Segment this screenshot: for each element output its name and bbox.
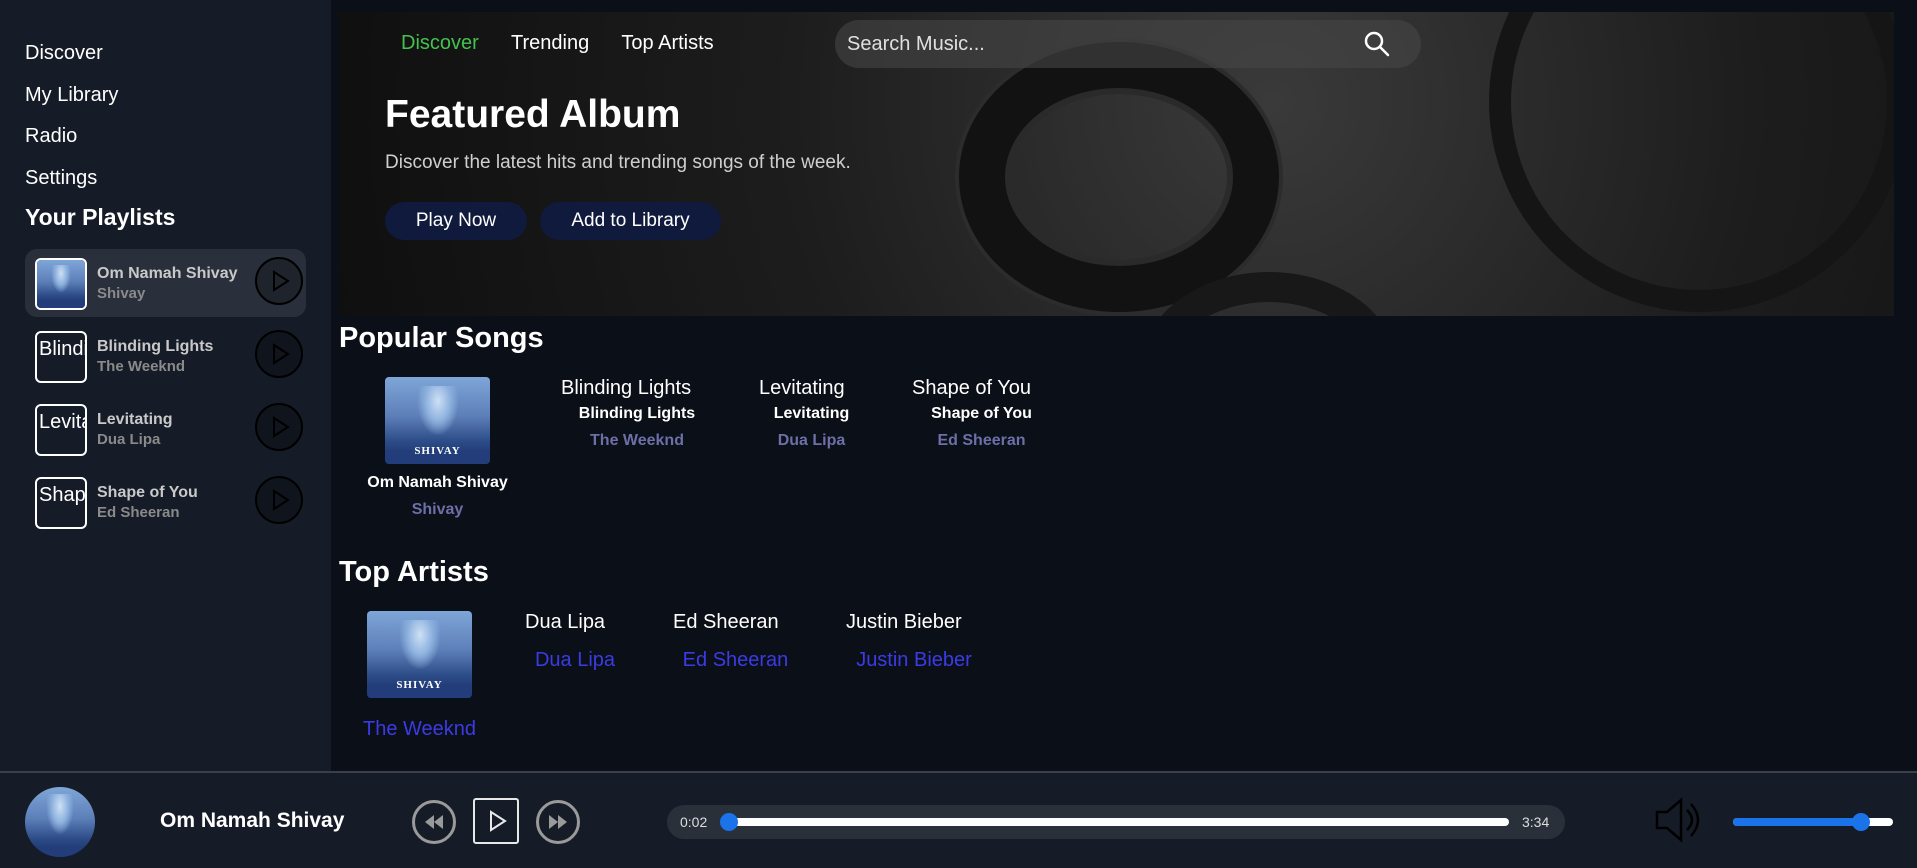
- current-time: 0:02: [680, 814, 708, 830]
- artist-name-link[interactable]: The Weeknd: [348, 718, 491, 741]
- nav-radio[interactable]: Radio: [25, 119, 306, 161]
- sidebar: Discover My Library Radio Settings Your …: [0, 0, 331, 771]
- nav-discover[interactable]: Discover: [25, 36, 306, 78]
- song-card-image[interactable]: SHIVAY: [385, 377, 490, 464]
- tab-discover[interactable]: Discover: [401, 32, 479, 54]
- play-icon[interactable]: [255, 476, 303, 524]
- add-to-library-button[interactable]: Add to Library: [540, 202, 721, 240]
- album-art: SHIVAY: [385, 377, 490, 464]
- playlist-item[interactable]: Om Namah Shivay Shivay: [25, 249, 306, 317]
- artist-image[interactable]: SHIVAY: [367, 611, 472, 698]
- song-card-image[interactable]: Blinding Lights: [561, 377, 691, 400]
- playlist-title: Levitating: [97, 411, 173, 428]
- nav-settings[interactable]: Settings: [25, 161, 306, 203]
- artist-name-link[interactable]: Dua Lipa: [525, 649, 625, 672]
- fast-forward-icon: [549, 815, 567, 829]
- duration: 3:34: [1522, 814, 1550, 830]
- album-art-text: SHIVAY: [414, 445, 461, 458]
- progress-thumb[interactable]: [719, 813, 738, 831]
- top-artists-heading: Top Artists: [339, 556, 489, 588]
- popular-songs-heading: Popular Songs: [339, 322, 544, 354]
- progress-track[interactable]: [721, 818, 1509, 826]
- play-icon[interactable]: [255, 257, 303, 305]
- playlist-title: Blinding Lights: [97, 338, 214, 355]
- nav-my-library[interactable]: My Library: [25, 78, 306, 120]
- song-artist: The Weeknd: [590, 432, 684, 449]
- search-bar: [835, 20, 1421, 68]
- volume-fill: [1733, 818, 1861, 826]
- song-title[interactable]: Shape of You: [912, 405, 1051, 423]
- play-icon[interactable]: [255, 403, 303, 451]
- volume-thumb[interactable]: [1852, 813, 1870, 831]
- song-card-image[interactable]: Shape of You: [912, 377, 1031, 400]
- playlist-thumbnail: Shape of You: [35, 477, 87, 529]
- player-bar: Om Namah Shivay 0:02 3:34: [0, 771, 1917, 868]
- playlist-artist: Dua Lipa: [97, 431, 161, 448]
- volume-icon[interactable]: [1651, 792, 1707, 848]
- search-input[interactable]: [847, 20, 1367, 68]
- album-art: SHIVAY: [367, 611, 472, 698]
- previous-button[interactable]: [412, 800, 456, 844]
- artist-image[interactable]: Justin Bieber: [846, 611, 962, 634]
- artist-name-link[interactable]: Ed Sheeran: [673, 649, 798, 672]
- album-art: [25, 787, 95, 857]
- playlists-heading: Your Playlists: [25, 204, 176, 230]
- now-playing-art: [25, 787, 95, 857]
- headphone-band: [1489, 12, 1894, 312]
- play-icon: [490, 810, 507, 832]
- search-icon[interactable]: [1363, 30, 1391, 58]
- playlist-artist: Ed Sheeran: [97, 504, 180, 521]
- artist-image[interactable]: Dua Lipa: [525, 611, 605, 634]
- playlist-artist: Shivay: [97, 285, 146, 302]
- tab-top-artists[interactable]: Top Artists: [621, 32, 713, 54]
- playlist-item[interactable]: Blinding Lights Blinding Lights The Week…: [25, 322, 306, 390]
- album-art-text: SHIVAY: [396, 679, 443, 692]
- playlist-title: Om Namah Shivay: [97, 265, 238, 282]
- playlist-thumbnail: Blinding Lights: [35, 331, 87, 383]
- song-artist: Ed Sheeran: [937, 432, 1026, 449]
- playlist-item[interactable]: Levitating Levitating Dua Lipa: [25, 395, 306, 463]
- tab-trending[interactable]: Trending: [511, 32, 589, 54]
- top-nav: Discover Trending Top Artists: [401, 32, 741, 55]
- song-title[interactable]: Levitating: [759, 405, 864, 423]
- volume-slider[interactable]: [1733, 813, 1893, 831]
- play-now-button[interactable]: Play Now: [385, 202, 527, 240]
- album-art: [37, 260, 85, 308]
- hero-title: Featured Album: [385, 93, 681, 136]
- playlist-title: Shape of You: [97, 484, 198, 501]
- song-artist: Shivay: [411, 501, 464, 518]
- song-card-image[interactable]: Levitating: [759, 377, 845, 400]
- progress-bar: 0:02 3:34: [667, 805, 1565, 839]
- hero-subtitle: Discover the latest hits and trending so…: [385, 152, 851, 173]
- song-title[interactable]: Om Namah Shivay: [366, 474, 509, 492]
- song-artist: Dua Lipa: [777, 432, 846, 449]
- playlist-artist: The Weeknd: [97, 358, 186, 375]
- headphone-image: [959, 42, 1279, 312]
- rewind-icon: [425, 815, 443, 829]
- song-title[interactable]: Blinding Lights: [561, 405, 713, 423]
- playlist-item[interactable]: Shape of You Shape of You Ed Sheeran: [25, 468, 306, 536]
- artist-name-link[interactable]: Justin Bieber: [846, 649, 982, 672]
- featured-hero: Discover Trending Top Artists Featured A…: [339, 12, 1894, 316]
- next-button[interactable]: [536, 800, 580, 844]
- play-pause-button[interactable]: [473, 798, 519, 844]
- playlist-thumbnail: [35, 258, 87, 310]
- artist-image[interactable]: Ed Sheeran: [673, 611, 779, 634]
- play-icon[interactable]: [255, 330, 303, 378]
- playlist-thumbnail: Levitating: [35, 404, 87, 456]
- now-playing-title: Om Namah Shivay: [160, 809, 345, 832]
